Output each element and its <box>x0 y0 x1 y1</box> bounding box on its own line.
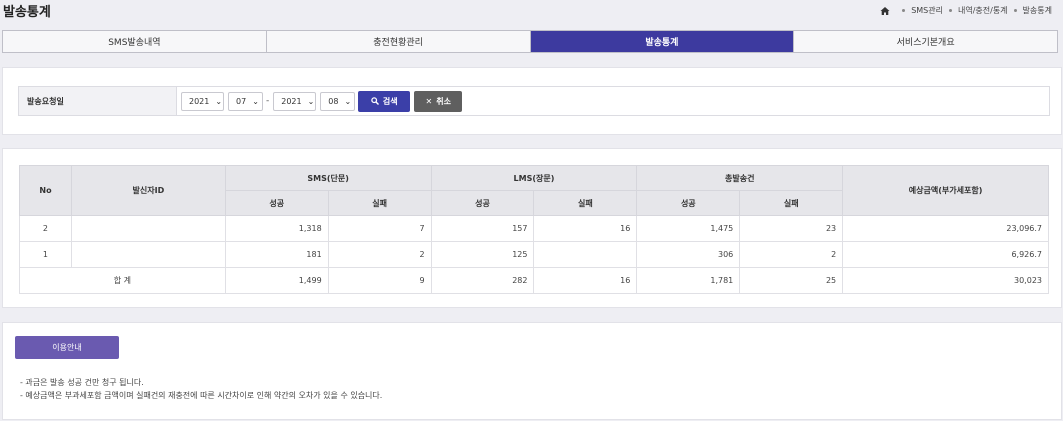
search-panel: 발송요청일 2021 ⌄ 07 ⌄ - 2021 ⌄ 08 ⌄ 검색 ✕ 취소 <box>2 67 1062 135</box>
start-month-value: 07 <box>236 96 247 106</box>
info-panel: 이용안내 - 과금은 발송 성공 건만 청구 됩니다. - 예상금액은 부과세포… <box>2 322 1062 420</box>
total-total-success: 1,781 <box>636 267 741 294</box>
cell-lms-fail <box>533 241 638 268</box>
search-icon <box>371 97 379 105</box>
tab-charge-status[interactable]: 충전현황관리 <box>267 31 531 52</box>
page-title: 발송통계 <box>3 5 51 20</box>
note-item: - 과금은 발송 성공 건만 청구 됩니다. <box>20 378 144 387</box>
cell-total-fail: 2 <box>739 241 844 268</box>
home-icon[interactable] <box>880 6 890 16</box>
cell-lms-success: 157 <box>430 215 535 242</box>
close-icon: ✕ <box>425 96 433 106</box>
breadcrumb-item-history[interactable]: 내역/충전/통계 <box>958 5 1008 16</box>
cell-sms-success: 1,318 <box>224 215 329 242</box>
total-sms-fail: 9 <box>327 267 432 294</box>
search-button-label: 검색 <box>382 96 398 106</box>
header-total-fail: 실패 <box>739 190 844 216</box>
start-year-select[interactable]: 2021 ⌄ <box>181 91 224 111</box>
table-row: 1 181 2 125 306 2 6,926.7 <box>19 241 1049 268</box>
header-sms-success: 성공 <box>224 190 329 216</box>
header-amount: 예상금액(부가세포함) <box>842 165 1049 216</box>
total-lms-success: 282 <box>430 267 535 294</box>
total-label: 합 계 <box>19 267 226 294</box>
header-sms-fail: 실패 <box>327 190 432 216</box>
cell-no: 1 <box>19 241 72 268</box>
cell-total-fail: 23 <box>739 215 844 242</box>
cell-amount: 23,096.7 <box>842 215 1049 242</box>
end-month-value: 08 <box>328 96 339 106</box>
header-lms-success: 성공 <box>430 190 535 216</box>
total-amount: 30,023 <box>842 267 1049 294</box>
range-separator: - <box>266 96 270 106</box>
cell-lms-fail: 16 <box>533 215 638 242</box>
cancel-button[interactable]: ✕ 취소 <box>414 90 463 112</box>
search-button[interactable]: 검색 <box>358 90 411 112</box>
chevron-down-icon: ⌄ <box>307 96 315 106</box>
statistics-table: No 발신자ID SMS(단문) LMS(장문) 총발송건 예상금액(부가세포함… <box>19 165 1049 294</box>
usage-guide-button[interactable]: 이용안내 <box>15 336 119 359</box>
header-total: 총발송건 <box>636 165 844 191</box>
end-month-select[interactable]: 08 ⌄ <box>320 91 356 111</box>
breadcrumb: SMS관리 내역/충전/통계 발송통계 <box>880 5 1052 16</box>
end-year-select[interactable]: 2021 ⌄ <box>273 91 317 111</box>
cell-total-success: 1,475 <box>636 215 741 242</box>
tab-bar: SMS발송내역 충전현황관리 발송통계 서비스기본개요 <box>2 30 1058 53</box>
tab-statistics[interactable]: 발송통계 <box>530 31 795 52</box>
header-sender-id: 발신자ID <box>70 165 226 216</box>
breadcrumb-separator <box>948 9 952 12</box>
search-date-label: 발송요청일 <box>19 87 177 115</box>
tab-sms-history[interactable]: SMS발송내역 <box>3 31 267 52</box>
cell-sms-success: 181 <box>224 241 329 268</box>
cancel-button-label: 취소 <box>436 96 451 106</box>
search-row: 발송요청일 2021 ⌄ 07 ⌄ - 2021 ⌄ 08 ⌄ 검색 ✕ 취소 <box>18 86 1050 116</box>
header-sms: SMS(단문) <box>224 165 432 191</box>
cell-sender-id <box>70 241 226 268</box>
total-sms-success: 1,499 <box>224 267 329 294</box>
breadcrumb-item-sms[interactable]: SMS관리 <box>911 5 943 16</box>
breadcrumb-separator <box>902 9 906 12</box>
tab-service-overview[interactable]: 서비스기본개요 <box>794 31 1057 52</box>
header-lms: LMS(장문) <box>430 165 638 191</box>
header-lms-fail: 실패 <box>533 190 638 216</box>
cell-sms-fail: 2 <box>327 241 432 268</box>
table-row: 2 1,318 7 157 16 1,475 23 23,096.7 <box>19 215 1049 242</box>
header-no: No <box>19 165 72 216</box>
statistics-panel: No 발신자ID SMS(단문) LMS(장문) 총발송건 예상금액(부가세포함… <box>2 148 1062 308</box>
cell-sender-id <box>70 215 226 242</box>
breadcrumb-item-current: 발송통계 <box>1022 6 1052 15</box>
total-lms-fail: 16 <box>533 267 638 294</box>
end-year-value: 2021 <box>281 96 302 106</box>
chevron-down-icon: ⌄ <box>252 96 259 106</box>
cell-no: 2 <box>19 215 72 242</box>
start-month-select[interactable]: 07 ⌄ <box>228 91 263 111</box>
total-total-fail: 25 <box>739 267 844 294</box>
note-item: - 예상금액은 부과세포함 금액이며 실패건의 재충전에 따른 시간차이로 인해… <box>20 391 383 400</box>
cell-total-success: 306 <box>636 241 741 268</box>
breadcrumb-separator <box>1013 9 1017 12</box>
cell-lms-success: 125 <box>430 241 535 268</box>
start-year-value: 2021 <box>189 96 210 106</box>
chevron-down-icon: ⌄ <box>344 96 352 106</box>
notes: - 과금은 발송 성공 건만 청구 됩니다. - 예상금액은 부과세포함 금액이… <box>20 376 382 402</box>
header-total-success: 성공 <box>636 190 741 216</box>
total-row: 합 계 1,499 9 282 16 1,781 25 30,023 <box>19 267 1049 294</box>
cell-amount: 6,926.7 <box>842 241 1049 268</box>
cell-sms-fail: 7 <box>327 215 432 242</box>
chevron-down-icon: ⌄ <box>215 96 223 106</box>
